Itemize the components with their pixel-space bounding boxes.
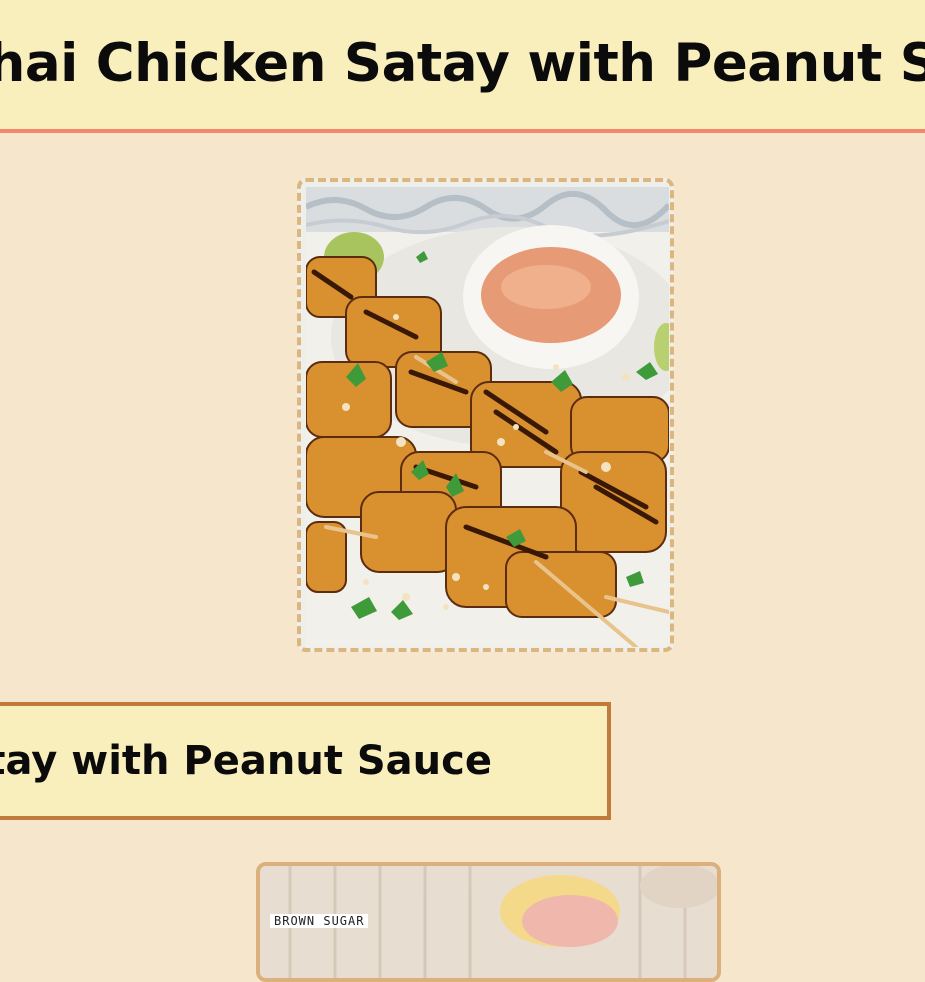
recipe-title: Chicken Satay with Peanut Sauce: [0, 738, 492, 784]
page-header: Thai Chicken Satay with Peanut Sauce: [0, 0, 925, 133]
recipe-title-card[interactable]: Chicken Satay with Peanut Sauce: [0, 702, 611, 820]
hero-image-frame[interactable]: [297, 178, 674, 652]
page-title: Thai Chicken Satay with Peanut Sauce: [0, 33, 925, 94]
chicken-satay-photo: [306, 187, 669, 647]
ingredient-label: BROWN SUGAR: [270, 914, 369, 928]
ingredients-image-card[interactable]: BROWN SUGAR: [256, 862, 721, 982]
